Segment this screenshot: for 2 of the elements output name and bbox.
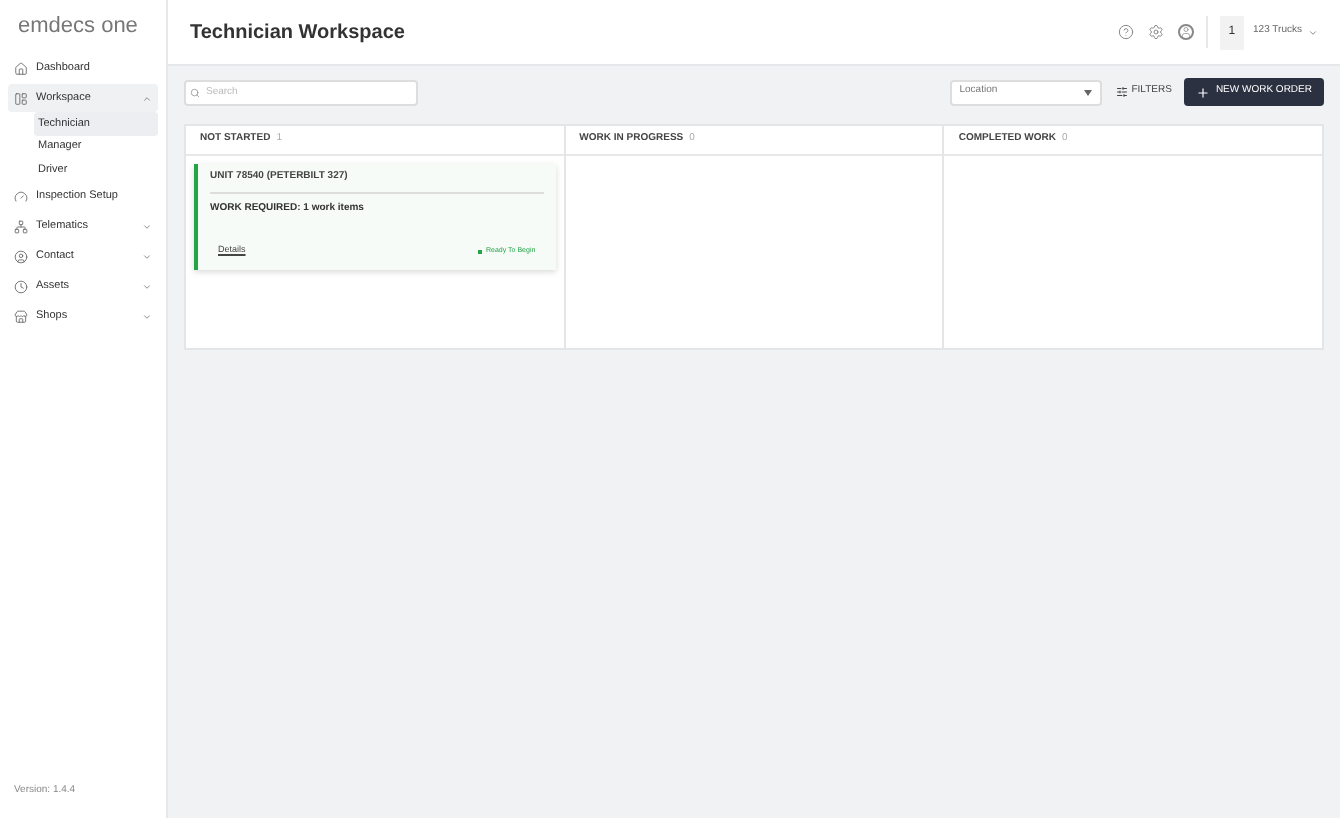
page-title: Technician Workspace: [190, 19, 407, 47]
logo: emdecs one: [18, 11, 138, 42]
